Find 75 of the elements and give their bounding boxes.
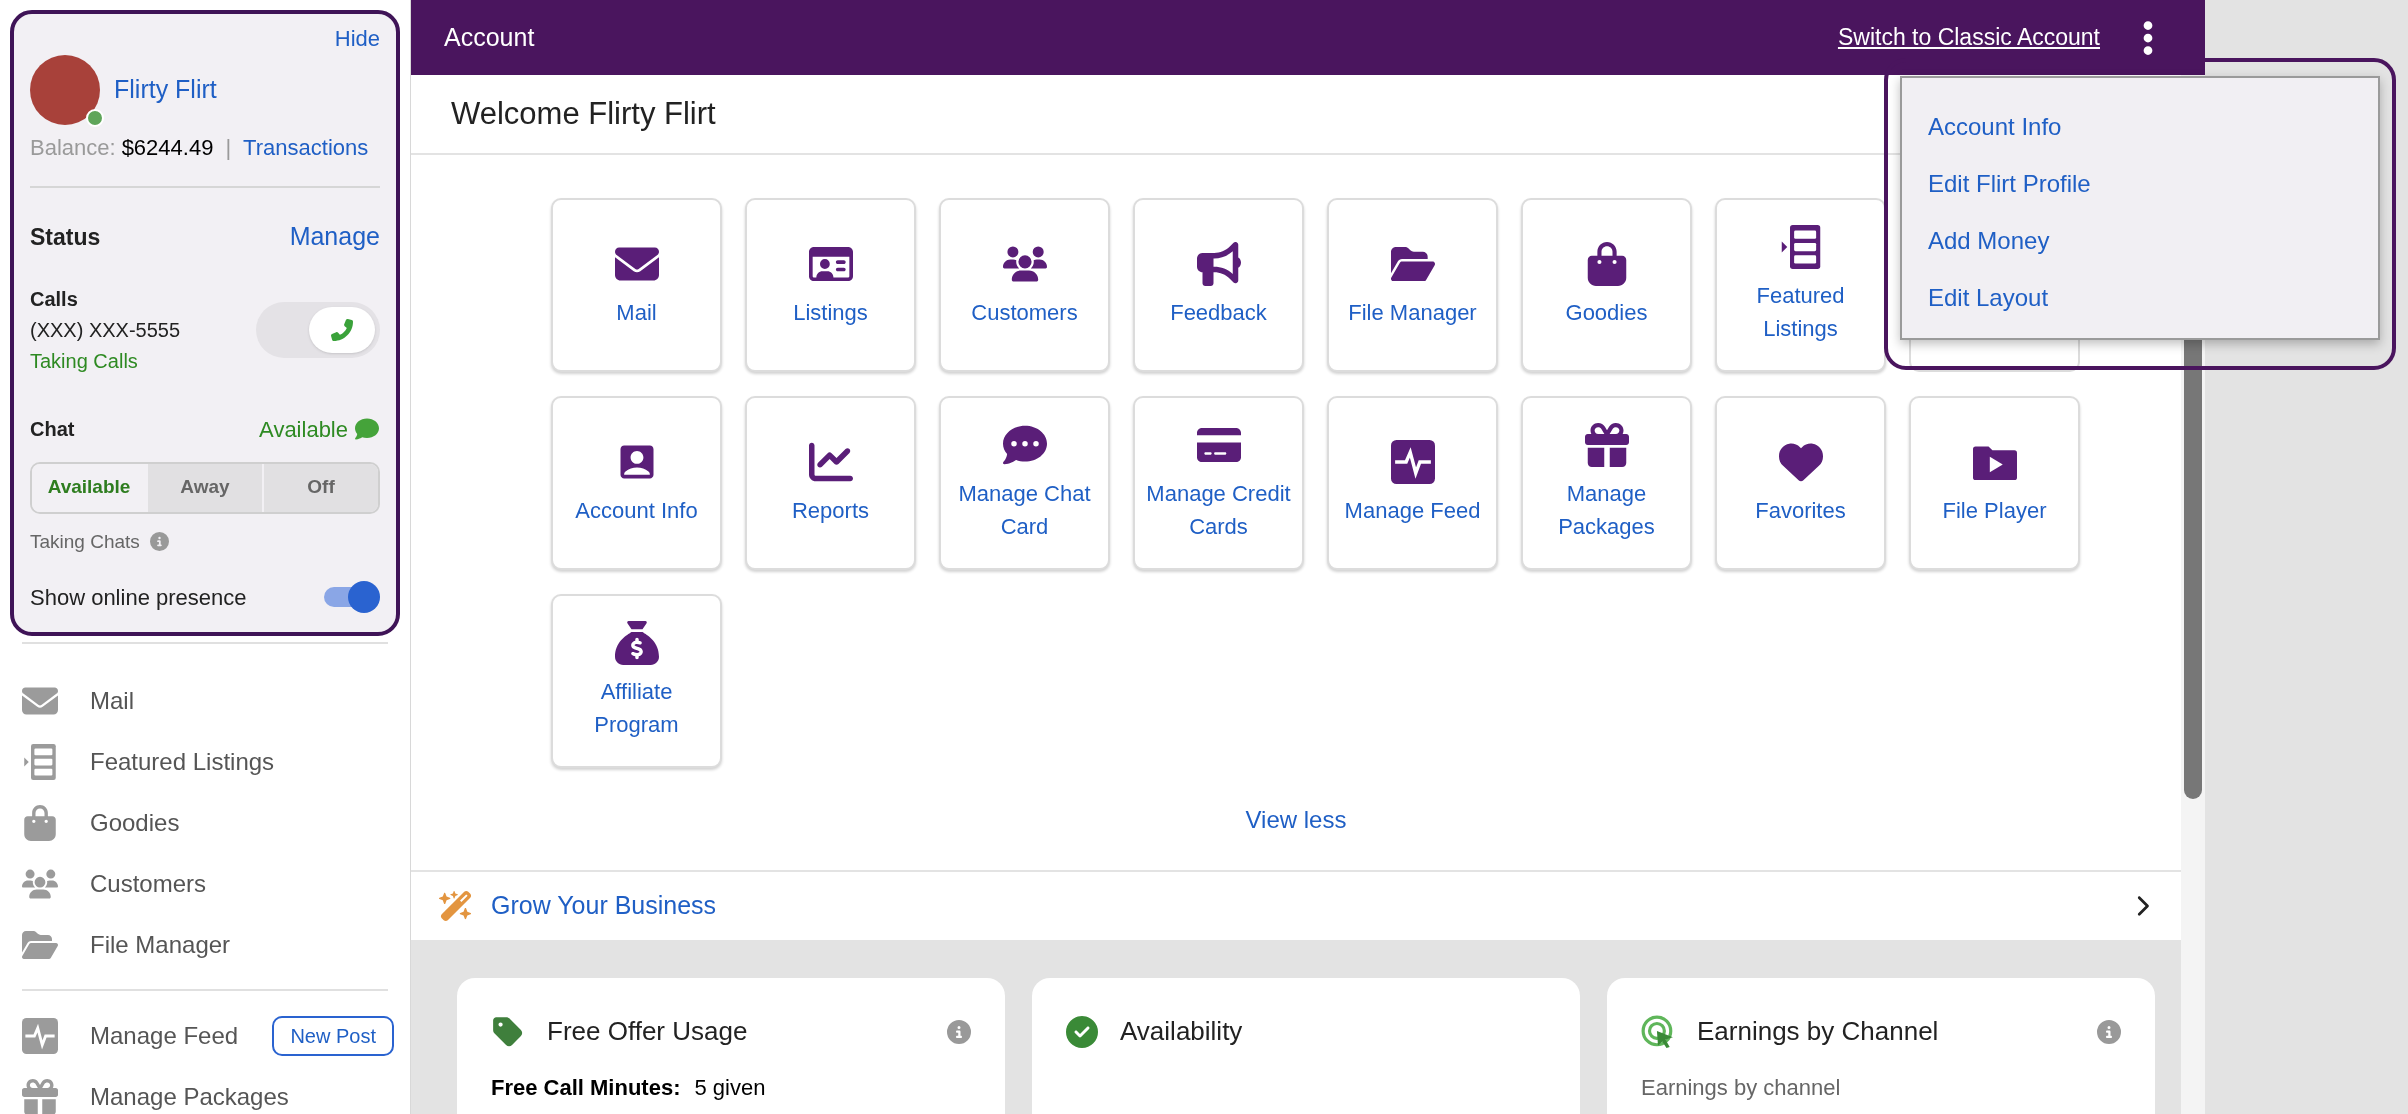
shortcut-tile[interactable]: Reports [745,396,916,570]
shortcut-tile[interactable]: File Player [1909,396,2080,570]
shortcut-tile[interactable]: Listings [745,198,916,372]
phone-icon [331,319,353,341]
new-post-button[interactable]: New Post [272,1015,394,1056]
manage-link[interactable]: Manage [289,218,380,256]
card-title: Free Offer Usage [547,1015,748,1048]
speech-bubble-icon [354,417,380,441]
list-icon [22,743,58,780]
shortcut-tile[interactable]: Goodies [1521,198,1692,372]
taking-chats-text: Taking Chats [30,529,140,554]
gift-icon [1584,423,1629,467]
dropdown-menu-item[interactable]: Edit Layout [1928,269,2378,326]
dropdown-menu-item[interactable]: Edit Flirt Profile [1928,155,2378,212]
tag-icon [491,1014,525,1049]
shortcut-tile[interactable]: Favorites [1715,396,1886,570]
info-icon[interactable] [149,532,169,552]
shortcut-tile[interactable]: Feedback [1133,198,1304,372]
shortcut-tile[interactable]: Affiliate Program [551,594,722,768]
presence-switch[interactable] [322,580,380,614]
money-bag-icon [614,621,659,665]
pulse-icon [1390,439,1435,484]
pulse-icon [22,1017,58,1054]
shortcut-tile[interactable]: Manage Chat Card [939,396,1110,570]
chat-status: Available [259,415,348,444]
balance-label: Balance: [30,134,116,162]
calls-status: Taking Calls [30,348,139,374]
switch-classic-link[interactable]: Switch to Classic Account [1837,20,2100,55]
calls-toggle[interactable] [256,302,380,358]
chat-option-tab[interactable]: Away [146,463,262,512]
sidebar-menu-link[interactable]: Mail [90,682,134,719]
shopping-bag-icon [22,804,58,841]
shortcut-tile[interactable]: Manage Packages [1521,396,1692,570]
page-title: Account [444,21,535,53]
calls-label: Calls [30,286,79,312]
chat-bubble-icon [1002,423,1047,467]
status-heading: Status [30,222,101,252]
sidebar-menu-link[interactable]: File Manager [90,926,231,963]
card-title: Earnings by Channel [1697,1015,1939,1048]
dropdown-menu-item[interactable]: Account Info [1928,98,2378,155]
view-less-link[interactable]: View less [1245,802,1347,838]
card-body-value: 5 given [694,1074,766,1102]
sidebar-menu-link[interactable]: Manage Feed [90,1017,239,1054]
phone-number: (XXX) XXX-5555 [30,317,181,343]
separator-text: | [225,134,232,162]
sidebar-menu-link[interactable]: Manage Packages [90,1078,289,1114]
gift-icon [22,1078,58,1114]
card-body-label: Earnings by channel [1641,1074,1841,1102]
shortcut-tile[interactable]: Customers [939,198,1110,372]
presence-label: Show online presence [30,583,247,612]
profile-name-link[interactable]: Flirty Flirt [114,71,217,109]
info-icon[interactable] [947,1019,971,1044]
card-body-label: Free Call Minutes: [491,1074,681,1102]
grow-business-text: Grow Your Business [491,890,717,922]
hide-link[interactable]: Hide [334,22,380,55]
sidebar-menu-link[interactable]: Customers [90,865,207,902]
balance-amount: $6244.49 [121,134,214,162]
target-cursor-icon [1641,1014,1675,1049]
info-icon[interactable] [2097,1019,2121,1044]
transactions-link[interactable]: Transactions [243,131,369,164]
welcome-heading: Welcome Flirty Flirt [451,94,716,133]
shortcut-tile[interactable]: Mail [551,198,722,372]
sidebar-menu-link[interactable]: Featured Listings [90,743,275,780]
megaphone-icon [1196,241,1241,286]
shortcut-tile[interactable]: Manage Feed [1327,396,1498,570]
dropdown-menu-item[interactable]: Add Money [1928,212,2378,269]
shortcut-tile[interactable]: File Manager [1327,198,1498,372]
shortcut-tile[interactable]: Manage Credit Cards [1133,396,1304,570]
card-title: Availability [1120,1015,1243,1048]
sidebar-menu-link[interactable]: Goodies [90,804,180,841]
chat-option-tab[interactable]: Off [262,463,378,512]
shortcut-tile[interactable]: Featured Listings [1715,198,1886,372]
shortcut-tile[interactable]: Account Info [551,396,722,570]
magic-wand-icon [439,889,473,923]
chat-label: Chat [30,417,75,442]
